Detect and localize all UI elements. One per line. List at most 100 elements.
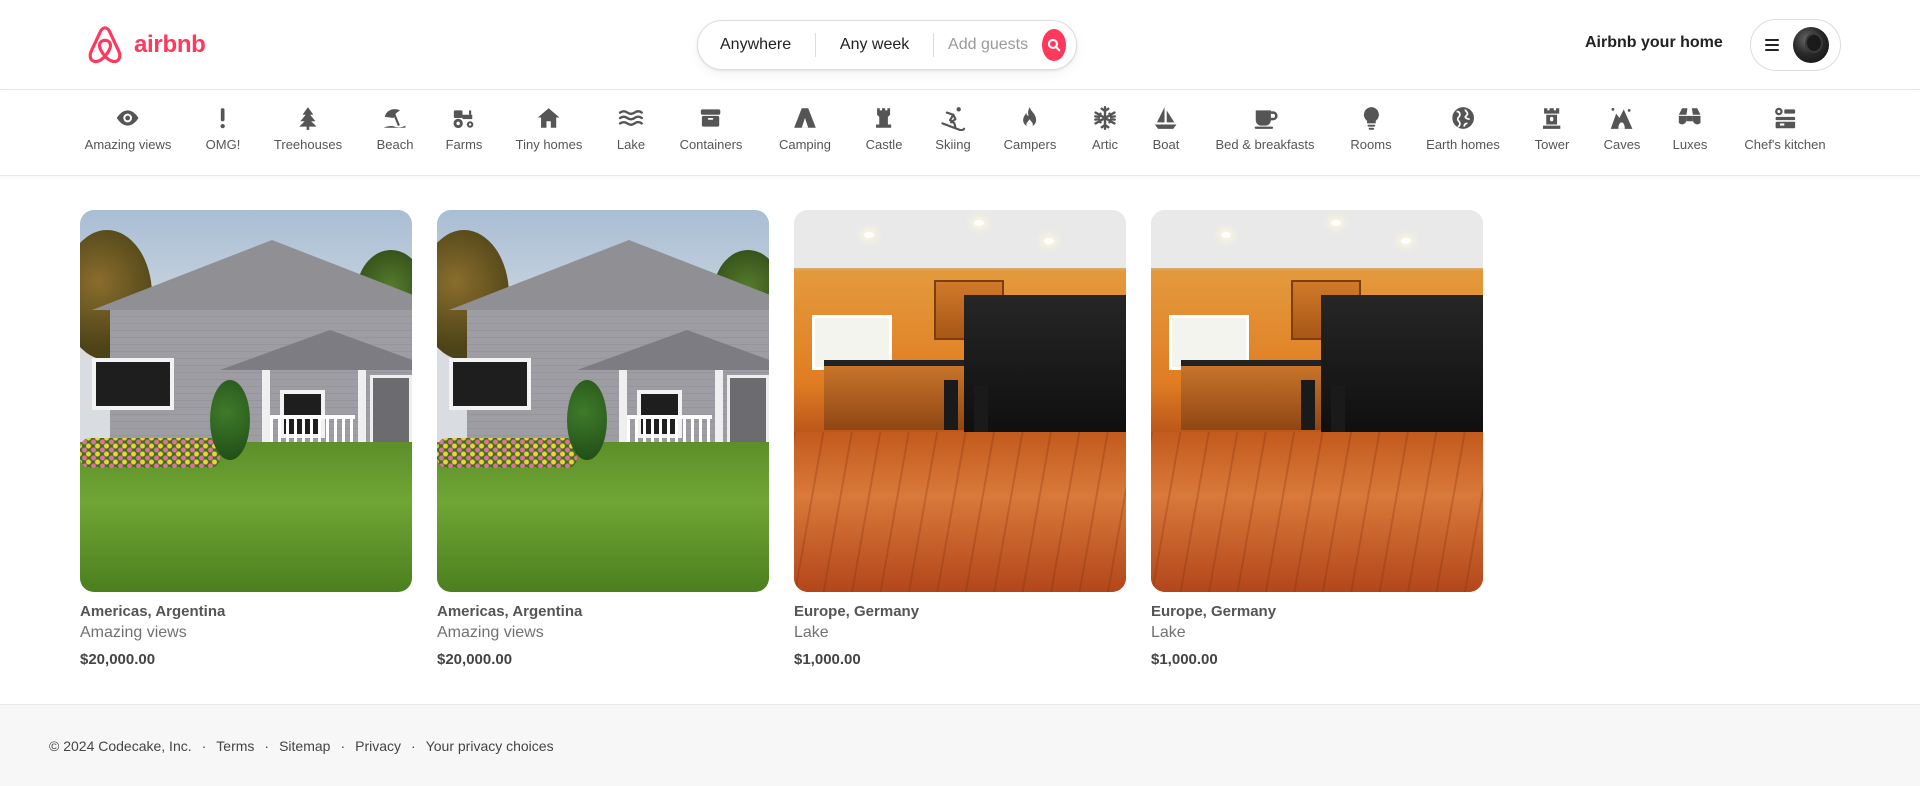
gem-icon <box>1679 108 1701 125</box>
category-tower[interactable]: Tower <box>1535 105 1569 152</box>
category-bed-breakfasts[interactable]: Bed & breakfasts <box>1216 105 1315 152</box>
airbnb-logo-icon <box>88 26 122 64</box>
category-bar: Amazing views OMG! Treehouses Beach Farm… <box>0 91 1920 176</box>
listing-card[interactable]: Americas, Argentina Amazing views $20,00… <box>437 210 769 668</box>
user-menu-button[interactable] <box>1750 19 1841 71</box>
listing-card[interactable]: Europe, Germany Lake $1,000.00 <box>1151 210 1483 668</box>
footer-copyright: © 2024 Codecake, Inc. <box>49 738 192 754</box>
footer: © 2024 Codecake, Inc. · Terms · Sitemap … <box>0 704 1920 786</box>
category-label: Tiny homes <box>515 137 583 152</box>
category-campers[interactable]: Campers <box>1003 105 1057 152</box>
category-label: Containers <box>679 137 743 152</box>
category-containers[interactable]: Containers <box>679 105 743 152</box>
footer-link-sitemap[interactable]: Sitemap <box>279 738 330 754</box>
category-label: Earth homes <box>1426 137 1500 152</box>
footer-links: © 2024 Codecake, Inc. · Terms · Sitemap … <box>49 738 554 754</box>
listing-category: Amazing views <box>437 624 544 641</box>
category-chefs-kitchen[interactable]: Chef's kitchen <box>1744 105 1826 152</box>
eye-icon <box>117 110 139 126</box>
category-label: Boat <box>1152 137 1180 152</box>
tower-icon <box>1543 108 1561 129</box>
category-label: Beach <box>376 137 414 152</box>
host-link[interactable]: Airbnb your home <box>1585 34 1723 52</box>
search-bar[interactable]: Anywhere Any week Add guests <box>697 20 1077 70</box>
sailboat-icon <box>1155 107 1177 129</box>
listing-title: Europe, Germany <box>794 603 920 620</box>
category-camping[interactable]: Camping <box>779 105 831 152</box>
listing-photo <box>1151 210 1483 592</box>
category-treehouses[interactable]: Treehouses <box>274 105 342 152</box>
category-earth-homes[interactable]: Earth homes <box>1426 105 1500 152</box>
snowflake-icon <box>1094 105 1116 131</box>
tree-icon <box>299 107 317 130</box>
category-label: Chef's kitchen <box>1744 137 1826 152</box>
listing-title: Americas, Argentina <box>80 603 226 620</box>
category-artic[interactable]: Artic <box>1092 105 1118 152</box>
category-label: Camping <box>778 137 832 152</box>
exclamation-icon <box>220 108 226 129</box>
search-guests[interactable]: Add guests <box>934 33 1042 57</box>
listing-title: Americas, Argentina <box>437 603 583 620</box>
fire-icon <box>1023 107 1037 128</box>
listing-card[interactable]: Americas, Argentina Amazing views $20,00… <box>80 210 412 668</box>
listing-photo <box>80 210 412 592</box>
category-skiing[interactable]: Skiing <box>935 105 971 152</box>
footer-link-privacy[interactable]: Privacy <box>355 738 401 754</box>
category-label: Castle <box>865 137 903 152</box>
search-location[interactable]: Anywhere <box>698 33 815 57</box>
listing-category: Lake <box>1151 624 1186 641</box>
brand-name: airbnb <box>134 31 206 58</box>
footer-separator: · <box>340 738 346 754</box>
avatar <box>1793 27 1829 63</box>
category-castle[interactable]: Castle <box>865 105 903 152</box>
search-dates[interactable]: Any week <box>816 33 933 57</box>
category-tiny-homes[interactable]: Tiny homes <box>515 105 583 152</box>
category-farms[interactable]: Farms <box>445 105 483 152</box>
listing-photo <box>437 210 769 592</box>
listing-category: Lake <box>794 624 829 641</box>
earth-icon <box>1452 107 1474 129</box>
category-luxes[interactable]: Luxes <box>1672 105 1708 152</box>
skier-icon <box>941 107 965 131</box>
category-beach[interactable]: Beach <box>376 105 414 152</box>
category-label: OMG! <box>205 137 241 152</box>
footer-link-privacy-choices[interactable]: Your privacy choices <box>426 738 554 754</box>
castle-icon <box>876 108 892 128</box>
category-label: Skiing <box>935 137 971 152</box>
header: airbnb Anywhere Any week Add guests Airb… <box>0 0 1920 90</box>
category-label: Farms <box>445 137 483 152</box>
category-lake[interactable]: Lake <box>617 105 645 152</box>
footer-separator: · <box>264 738 270 754</box>
hamburger-icon <box>1765 39 1779 51</box>
mug-icon <box>1254 110 1278 129</box>
footer-link-terms[interactable]: Terms <box>216 738 254 754</box>
category-label: Caves <box>1603 137 1641 152</box>
listing-price: $1,000.00 <box>1151 651 1218 668</box>
tractor-icon <box>453 110 474 129</box>
listing-price: $1,000.00 <box>794 651 861 668</box>
water-icon <box>618 110 644 126</box>
category-label: Luxes <box>1672 137 1708 152</box>
category-label: Rooms <box>1350 137 1392 152</box>
category-amazing-views[interactable]: Amazing views <box>84 105 172 152</box>
category-label: Bed & breakfasts <box>1215 137 1315 152</box>
category-label: Amazing views <box>84 137 172 152</box>
search-button[interactable] <box>1042 29 1066 61</box>
category-rooms[interactable]: Rooms <box>1350 105 1392 152</box>
box-icon <box>701 109 721 127</box>
category-label: Lake <box>616 137 646 152</box>
listing-card[interactable]: Europe, Germany Lake $1,000.00 <box>794 210 1126 668</box>
category-omg[interactable]: OMG! <box>205 105 241 152</box>
umbrella-beach-icon <box>384 109 406 128</box>
footer-separator: · <box>411 738 416 754</box>
listing-price: $20,000.00 <box>80 651 156 668</box>
category-label: Campers <box>1003 137 1057 152</box>
airbnb-logo[interactable]: airbnb <box>84 24 206 66</box>
house-icon <box>538 108 560 128</box>
category-boat[interactable]: Boat <box>1152 105 1180 152</box>
category-label: Treehouses <box>273 137 343 152</box>
footer-separator: · <box>201 738 207 754</box>
category-caves[interactable]: Caves <box>1603 105 1641 152</box>
search-icon <box>1047 38 1061 52</box>
listing-category: Amazing views <box>80 624 187 641</box>
